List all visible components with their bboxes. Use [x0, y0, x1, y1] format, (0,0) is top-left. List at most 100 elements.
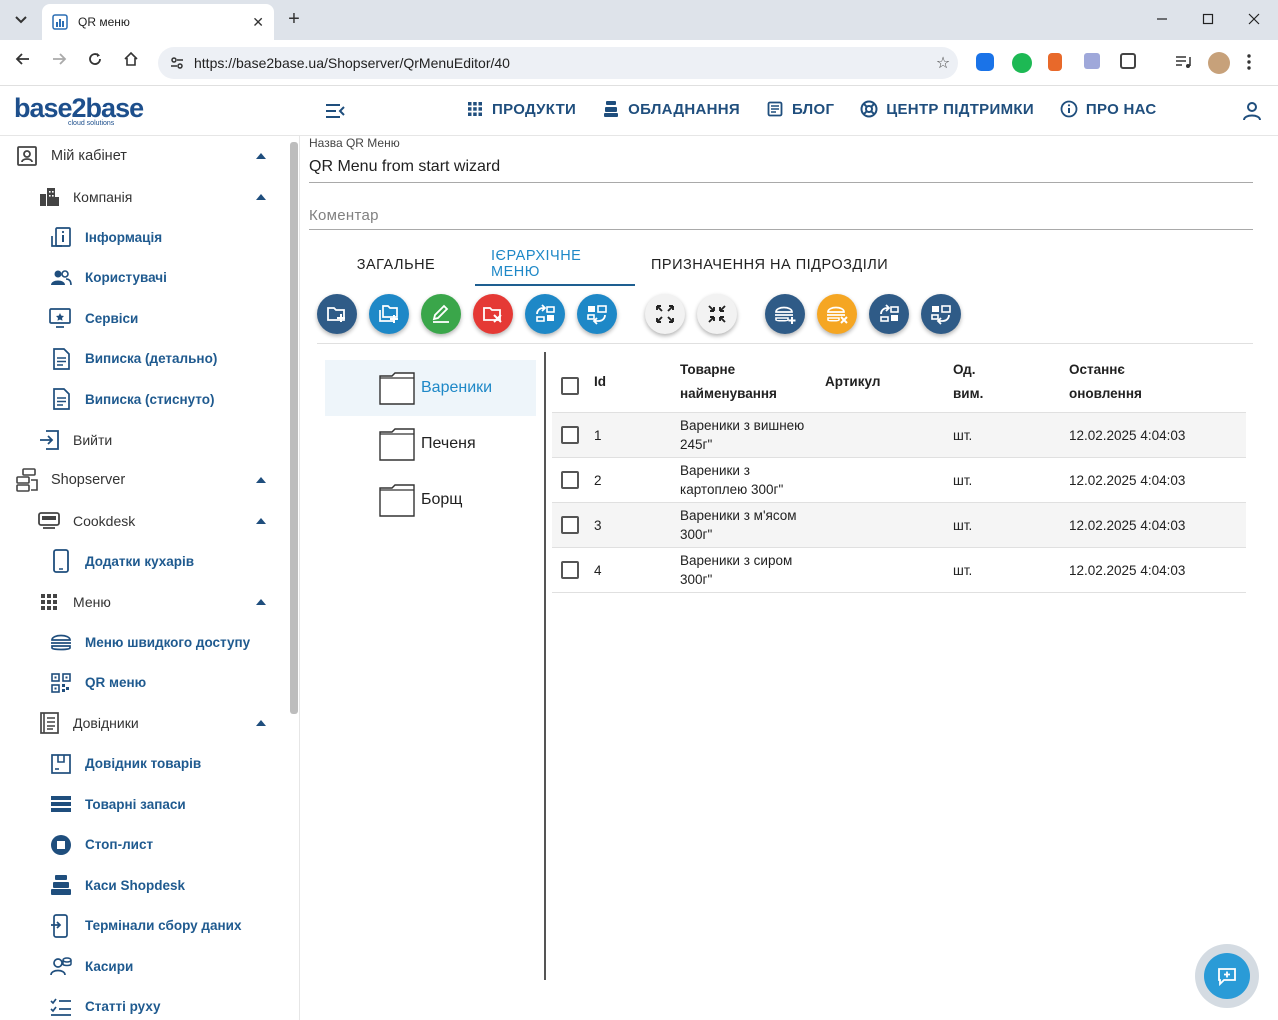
- sidebar-item[interactable]: Статті руху: [49, 992, 161, 1020]
- table-row[interactable]: 4 Вареники з сиром 300г" шт. 12.02.2025 4:04…: [552, 548, 1246, 593]
- collapse-caret-icon[interactable]: [256, 598, 266, 605]
- back-button[interactable]: [10, 50, 36, 76]
- nav-support[interactable]: ЦЕНТР ПІДТРИМКИ: [860, 100, 1034, 118]
- home-button[interactable]: [118, 50, 144, 76]
- sidebar-scrollbar[interactable]: [290, 142, 298, 714]
- row-checkbox[interactable]: [561, 516, 579, 534]
- reload-button[interactable]: [82, 50, 108, 76]
- header-name[interactable]: Товарне: [680, 358, 735, 382]
- add-product-button[interactable]: [765, 294, 805, 334]
- nav-equipment[interactable]: ОБЛАДНАННЯ: [602, 100, 740, 118]
- tree-node[interactable]: Вареники: [325, 360, 536, 416]
- media-control-icon[interactable]: [1174, 53, 1194, 73]
- browser-menu-icon[interactable]: [1246, 53, 1256, 73]
- header-updated[interactable]: Останнє: [1069, 358, 1125, 382]
- sidebar-item[interactable]: QR меню: [49, 668, 146, 698]
- sidebar-item[interactable]: Додатки кухарів: [49, 546, 194, 576]
- sidebar-item[interactable]: Довідники: [37, 708, 139, 738]
- collapse-caret-icon[interactable]: [256, 477, 266, 483]
- sidebar-item[interactable]: Стоп-лист: [49, 830, 153, 860]
- sidebar-item[interactable]: Товарні запаси: [49, 789, 186, 819]
- edit-button[interactable]: [421, 294, 461, 334]
- row-checkbox[interactable]: [561, 561, 579, 579]
- expand-button[interactable]: [645, 294, 685, 334]
- sidebar-item[interactable]: Компанія: [37, 182, 132, 212]
- logo[interactable]: base2base cloud solutions: [14, 94, 144, 130]
- collapse-caret-icon[interactable]: [256, 153, 266, 159]
- sidebar-item[interactable]: Виписка (стиснуто): [49, 384, 214, 414]
- comment-input[interactable]: Коментар: [309, 207, 379, 224]
- delete-folder-button[interactable]: [473, 294, 513, 334]
- bookmark-extension-icon[interactable]: [976, 53, 994, 71]
- tab-hierarchical-menu[interactable]: ІЄРАРХІЧНЕ МЕНЮ: [475, 244, 635, 286]
- minimize-button[interactable]: [1150, 8, 1174, 32]
- tab-search-button[interactable]: [8, 7, 34, 33]
- translate-extension-icon[interactable]: [1084, 53, 1100, 69]
- site-settings-icon[interactable]: [166, 52, 188, 74]
- row-checkbox[interactable]: [561, 426, 579, 444]
- collapse-button[interactable]: [697, 294, 737, 334]
- menu-collapse-icon[interactable]: [324, 100, 346, 122]
- select-all-checkbox[interactable]: [561, 377, 579, 395]
- user-account-icon[interactable]: [1242, 101, 1262, 121]
- window-close-button[interactable]: [1242, 8, 1266, 32]
- maximize-button[interactable]: [1196, 8, 1220, 32]
- sidebar-item[interactable]: Cookdesk: [37, 506, 135, 536]
- add-folder-button[interactable]: [317, 294, 357, 334]
- tree-node[interactable]: Печеня: [325, 416, 536, 472]
- sidebar-item[interactable]: Довідник товарів: [49, 749, 201, 779]
- profile-avatar[interactable]: [1208, 52, 1230, 74]
- row-checkbox[interactable]: [561, 471, 579, 489]
- table-row[interactable]: 2 Вареники з картоплею 300г" шт. 12.02.2025 …: [552, 458, 1246, 503]
- support-chat-button[interactable]: [1195, 944, 1259, 1008]
- nav-blog[interactable]: БЛОГ: [766, 100, 834, 118]
- green-extension-icon[interactable]: [1012, 53, 1032, 73]
- sidebar-item[interactable]: Сервіси: [49, 303, 138, 333]
- sidebar-item[interactable]: Вийти: [37, 425, 112, 455]
- browser-tab-strip: QR меню ✕ +: [0, 0, 1278, 40]
- header-article[interactable]: Артикул: [825, 370, 880, 394]
- header-updated-line2: оновлення: [1069, 386, 1142, 401]
- cell-id: 1: [594, 428, 602, 443]
- product-move-up-button[interactable]: [869, 294, 909, 334]
- product-move-down-button[interactable]: [921, 294, 961, 334]
- collapse-caret-icon[interactable]: [256, 720, 266, 726]
- sidebar-item[interactable]: Інформація: [49, 222, 162, 252]
- table-row[interactable]: 3 Вареники з м'ясом 300г" шт. 12.02.2025 4:0…: [552, 503, 1246, 548]
- nav-products[interactable]: ПРОДУКТИ: [466, 100, 576, 118]
- sidebar-item[interactable]: Каси Shopdesk: [49, 870, 185, 900]
- add-subfolder-button[interactable]: [369, 294, 409, 334]
- forward-button[interactable]: [46, 50, 72, 76]
- puzzle-extensions-icon[interactable]: [1120, 53, 1136, 69]
- collapse-caret-icon[interactable]: [256, 517, 266, 524]
- sidebar-item[interactable]: Мій кабінет: [15, 141, 127, 171]
- sidebar-item[interactable]: Касири: [49, 951, 133, 981]
- header-unit[interactable]: Од.: [953, 358, 976, 382]
- tab-general[interactable]: ЗАГАЛЬНЕ: [317, 244, 475, 286]
- menu-name-input[interactable]: QR Menu from start wizard: [309, 158, 500, 176]
- new-tab-button[interactable]: +: [283, 8, 305, 30]
- address-bar[interactable]: https://base2base.ua/Shopserver/QrMenuEd…: [158, 47, 958, 79]
- close-tab-icon[interactable]: ✕: [252, 14, 264, 31]
- sidebar-item[interactable]: Меню швидкого доступу: [49, 627, 250, 657]
- sidebar-item[interactable]: Термінали сбору даних: [49, 911, 241, 941]
- browser-tab[interactable]: QR меню ✕: [42, 4, 274, 40]
- chess-extension-icon[interactable]: [1048, 53, 1062, 71]
- sidebar: Мій кабінет Компанія Інформація Користувачі…: [0, 136, 300, 1020]
- table-row[interactable]: 1 Вареники з вишнею 245г" шт. 12.02.2025 4:0…: [552, 413, 1246, 458]
- cell-updated: 12.02.2025 4:04:03: [1069, 428, 1186, 443]
- sidebar-item[interactable]: Користувачі: [49, 263, 167, 293]
- remove-product-button[interactable]: [817, 294, 857, 334]
- move-up-button[interactable]: [525, 294, 565, 334]
- tree-node[interactable]: Борщ: [325, 472, 536, 528]
- move-down-button[interactable]: [577, 294, 617, 334]
- bookmark-star-icon[interactable]: ☆: [928, 53, 958, 73]
- sidebar-item[interactable]: Shopserver: [15, 465, 125, 495]
- tree-divider[interactable]: [544, 352, 546, 980]
- header-id[interactable]: Id: [594, 370, 606, 394]
- sidebar-item[interactable]: Меню: [37, 587, 111, 617]
- collapse-caret-icon[interactable]: [256, 193, 266, 200]
- tab-department-assignment[interactable]: ПРИЗНАЧЕННЯ НА ПІДРОЗДІЛИ: [635, 244, 904, 286]
- sidebar-item[interactable]: Виписка (детально): [49, 344, 217, 374]
- nav-about[interactable]: ПРО НАС: [1060, 100, 1157, 118]
